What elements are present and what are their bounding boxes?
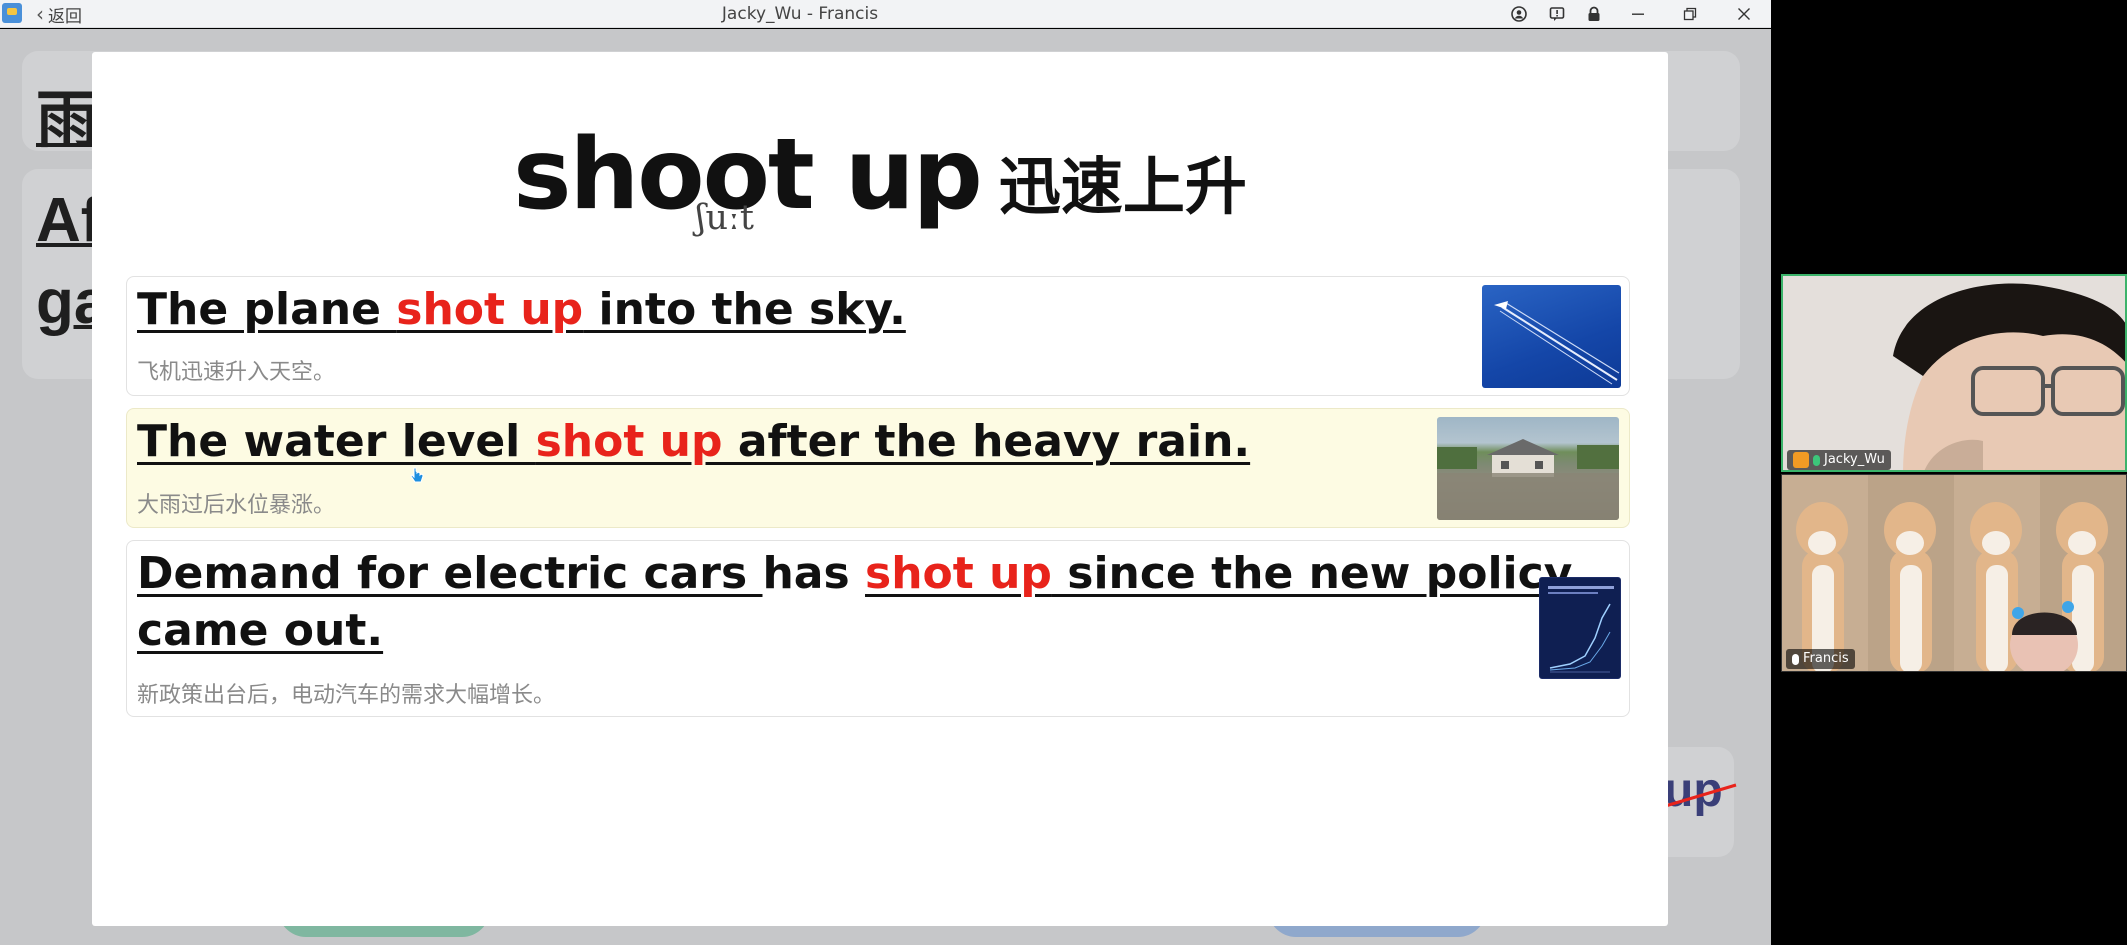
restore-icon[interactable] [1676,2,1704,26]
minimize-icon[interactable] [1624,2,1652,26]
mic-icon [1792,653,1799,665]
video-tile-teacher[interactable]: Jacky_Wu [1781,274,2127,472]
slide-headline: shoot up 迅速上升 [92,118,1668,232]
participant-name-tag: Francis [1786,649,1855,669]
close-icon[interactable] [1730,2,1758,26]
example-row[interactable]: The plane shot up into the sky. 飞机迅速升入天空… [126,276,1630,396]
teacher-video [1783,276,2125,470]
phonetic-text: ʃuːt [696,198,754,238]
headline-chinese: 迅速上升 [998,150,1247,223]
sentence-text: The water level [137,416,536,467]
sentence-text: after the heavy rain. [722,416,1251,467]
strike-line [1661,783,1737,809]
background-word: 雨 [36,86,99,155]
window-title: Jacky_Wu - Francis [721,4,879,24]
participant-name: Francis [1803,651,1849,666]
participant-name: Jacky_Wu [1824,452,1885,467]
chart-image [1539,577,1621,679]
user-icon[interactable] [1505,2,1533,26]
highlighted-phrase: shot up [535,416,723,467]
example-sentence: The water level shot up after the heavy … [137,413,1250,470]
mic-icon [1813,454,1820,466]
example-sentence: The plane shot up into the sky. [137,281,906,338]
participant-name-tag: Jacky_Wu [1787,450,1891,470]
title-bar: ‹ 返回 Jacky_Wu - Francis [0,0,1771,28]
vocabulary-slide: shoot up 迅速上升 ʃuːt The plane shot up into… [92,52,1668,926]
host-icon [1793,452,1809,468]
sentence-text: came out. [137,605,384,656]
translation-text: 新政策出台后，电动汽车的需求大幅增长。 [137,683,556,708]
hand-cursor-icon [410,467,424,483]
example-sentence: Demand for electric cars has shot up sin… [137,545,1572,659]
sentence-text: has [762,548,866,599]
sentence-text: The plane [137,284,397,335]
highlighted-phrase: shot up [396,284,584,335]
translation-text: 大雨过后水位暴涨。 [137,493,336,518]
example-row[interactable]: The water level shot up after the heavy … [126,408,1630,528]
sentence-text: Demand for electric cars [137,548,763,599]
video-tile-student[interactable]: Francis [1781,474,2127,672]
lock-icon[interactable] [1580,2,1608,26]
translation-text: 飞机迅速升入天空。 [137,360,336,385]
feedback-icon[interactable] [1543,2,1571,26]
plane-image [1482,285,1621,388]
sentence-text: since the new policy [1051,548,1573,599]
student-video [1782,475,2126,671]
flood-image [1437,417,1619,520]
example-row[interactable]: Demand for electric cars has shot up sin… [126,540,1630,717]
sentence-text: into the sky. [583,284,906,335]
highlighted-phrase: shot up [865,548,1052,599]
